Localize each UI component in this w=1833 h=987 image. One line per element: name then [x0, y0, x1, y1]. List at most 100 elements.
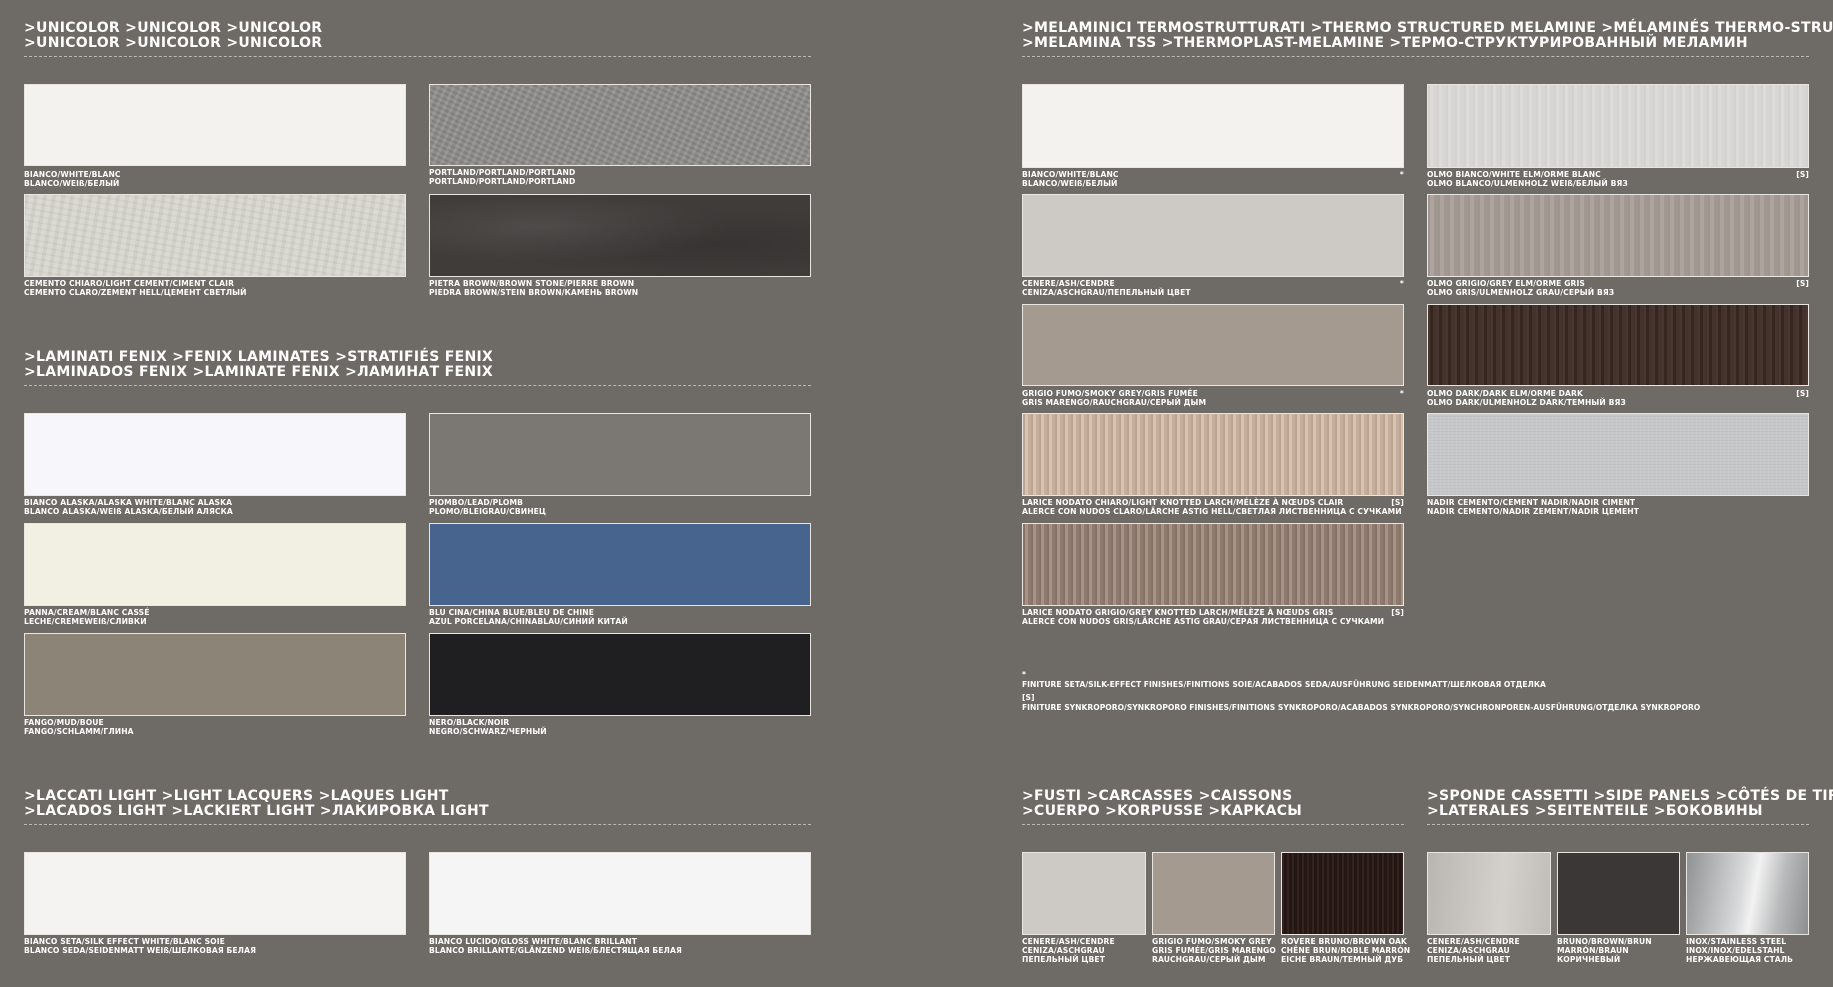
caption-line: BIANCO ALASKA/ALASKA WHITE/BLANC ALASKA: [24, 498, 233, 507]
swatch-melamine-light-knotted-larch[interactable]: [1022, 413, 1404, 496]
caption-melamine-white: BIANCO/WHITE/BLANC BLANCO/WEIß/БЕЛЫЙ *: [1022, 170, 1404, 188]
caption-line: ALERCE CON NUDOS GRIS/LÄRCHE ASTIG GRAU/…: [1022, 617, 1385, 626]
lacquers-title-line-1: >LACCATI LIGHT >LIGHT LACQUERS >LAQUES L…: [24, 788, 449, 804]
caption-fenix-alaska-white: BIANCO ALASKA/ALASKA WHITE/BLANC ALASKA …: [24, 498, 406, 516]
caption-line: CEMENTO CLARO/ZEMENT HELL/ЦЕМЕНТ СВЕТЛЫЙ: [24, 288, 247, 297]
synkroporo-legend-symbol: [S]: [1022, 693, 1035, 702]
caption-line: OLMO GRIGIO/GREY ELM/ORME GRIS: [1427, 279, 1585, 288]
unicolor-title: >UNICOLOR >UNICOLOR >UNICOLOR >UNICOLOR …: [24, 21, 322, 51]
caption-unicolor-portland: PORTLAND/PORTLAND/PORTLAND PORTLAND/PORT…: [429, 168, 811, 186]
caption-line: RAUCHGRAU/СЕРЫЙ ДЫМ: [1152, 955, 1266, 964]
caption-line: GRIS MARENGO/RAUCHGRAU/СЕРЫЙ ДЫМ: [1022, 398, 1207, 407]
swatch-melamine-white[interactable]: [1022, 84, 1404, 168]
unicolor-title-line-2: >UNICOLOR >UNICOLOR >UNICOLOR: [24, 35, 323, 51]
caption-line: ПЕПЕЛЬНЫЙ ЦВЕТ: [1022, 955, 1106, 964]
caption-line: BLANCO BRILLANTE/GLÄNZEND WEIß/БЛЕСТЯЩАЯ…: [429, 946, 682, 955]
caption-fenix-mud: FANGO/MUD/BOUE FANGO/SCHLAMM/ГЛИНА: [24, 718, 406, 736]
caption-line: MARRÓN/BRAUN: [1557, 946, 1629, 955]
melamine-title: >MELAMINICI TERMOSTRUTTURATI >THERMO STR…: [1022, 21, 1833, 51]
caption-line: НЕРЖАВЕЮЩАЯ СТАЛЬ: [1686, 955, 1794, 964]
unicolor-divider: [24, 56, 811, 57]
caption-unicolor-brown-stone: PIETRA BROWN/BROWN STONE/PIERRE BROWN PI…: [429, 279, 811, 297]
silk-finish-mark: *: [1399, 389, 1404, 398]
swatch-fenix-lead[interactable]: [429, 413, 811, 496]
swatch-fenix-cream[interactable]: [24, 523, 406, 606]
caption-line: NADIR CEMENTO/NADIR ZEMENT/NADIR ЦЕМЕНТ: [1427, 507, 1639, 516]
caption-line: PORTLAND/PORTLAND/PORTLAND: [429, 177, 576, 186]
caption-line: LECHE/CREMEWEIß/СЛИВКИ: [24, 617, 147, 626]
silk-legend-text: FINITURE SETA/SILK-EFFECT FINISHES/FINIT…: [1022, 679, 1546, 689]
swatch-melamine-ash[interactable]: [1022, 194, 1404, 277]
caption-line: OLMO BIANCO/WHITE ELM/ORME BLANC: [1427, 170, 1601, 179]
swatch-fenix-china-blue[interactable]: [429, 523, 811, 606]
swatch-melamine-dark-elm[interactable]: [1427, 304, 1809, 386]
synkroporo-mark: [S]: [1796, 279, 1809, 288]
caption-fenix-lead: PIOMBO/LEAD/PLOMB PLOMO/BLEIGRAU/СВИНЕЦ: [429, 498, 811, 516]
swatch-unicolor-brown-stone[interactable]: [429, 194, 811, 277]
caption-line: BLANCO/WEIß/БЕЛЫЙ: [1022, 179, 1118, 188]
caption-line: NADIR CEMENTO/CEMENT NADIR/NADIR CIMENT: [1427, 498, 1636, 507]
caption-line: BLANCO ALASKA/WEIß ALASKA/БЕЛЫЙ АЛЯСКА: [24, 507, 233, 516]
caption-lacquer-silk-white: BIANCO SETA/SILK EFFECT WHITE/BLANC SOIE…: [24, 937, 406, 955]
swatch-carcass-brown-oak[interactable]: [1281, 852, 1404, 935]
caption-carcass-brown-oak: ROVERE BRUNO/BROWN OAK CHÊNE BRUN/ROBLE …: [1281, 937, 1411, 964]
swatch-side-panel-stainless-steel[interactable]: [1686, 852, 1809, 935]
caption-line: GRIGIO FUMO/SMOKY GREY: [1152, 937, 1272, 946]
fenix-title-line-2: >LAMINADOS FENIX >LAMINATE FENIX >ЛАМИНА…: [24, 364, 493, 380]
swatch-fenix-black[interactable]: [429, 633, 811, 716]
caption-line: CEMENTO CHIARO/LIGHT CEMENT/CIMENT CLAIR: [24, 279, 235, 288]
swatch-melamine-grey-knotted-larch[interactable]: [1022, 523, 1404, 606]
caption-line: ПЕПЕЛЬНЫЙ ЦВЕТ: [1427, 955, 1511, 964]
caption-melamine-white-elm: OLMO BIANCO/WHITE ELM/ORME BLANC OLMO BL…: [1427, 170, 1809, 188]
caption-line: CENERE/ASH/CENDRE: [1022, 937, 1115, 946]
swatch-fenix-alaska-white[interactable]: [24, 413, 406, 496]
caption-melamine-grey-knotted-larch: LARICE NODATO GRIGIO/GREY KNOTTED LARCH/…: [1022, 608, 1404, 626]
caption-line: LARICE NODATO GRIGIO/GREY KNOTTED LARCH/…: [1022, 608, 1334, 617]
swatch-side-panel-brown[interactable]: [1557, 852, 1680, 935]
swatch-melamine-cement-nadir[interactable]: [1427, 413, 1809, 496]
caption-melamine-cement-nadir: NADIR CEMENTO/CEMENT NADIR/NADIR CIMENT …: [1427, 498, 1809, 516]
caption-melamine-light-knotted-larch: LARICE NODATO CHIARO/LIGHT KNOTTED LARCH…: [1022, 498, 1404, 516]
swatch-unicolor-white[interactable]: [24, 84, 406, 166]
caption-line: CENERE/ASH/CENDRE: [1022, 279, 1115, 288]
lacquers-divider: [24, 824, 811, 825]
swatch-lacquer-gloss-white[interactable]: [429, 852, 811, 935]
swatch-side-panel-ash[interactable]: [1427, 852, 1551, 935]
swatch-melamine-white-elm[interactable]: [1427, 84, 1809, 168]
swatch-melamine-grey-elm[interactable]: [1427, 194, 1809, 277]
caption-line: BLANCO SEDA/SEIDENMATT WEIß/ШЕЛКОВАЯ БЕЛ…: [24, 946, 257, 955]
caption-unicolor-white: BIANCO/WHITE/BLANC BLANCO/WEIß/БЕЛЫЙ: [24, 170, 406, 188]
swatch-carcass-smoky-grey[interactable]: [1152, 852, 1275, 935]
side-panels-title-line-1: >SPONDE CASSETTI >SIDE PANELS >CÔTÉS DE …: [1427, 788, 1833, 804]
swatch-lacquer-silk-white[interactable]: [24, 852, 406, 935]
caption-line: PIETRA BROWN/BROWN STONE/PIERRE BROWN: [429, 279, 635, 288]
silk-finish-mark: *: [1399, 279, 1404, 288]
swatch-melamine-smoky-grey[interactable]: [1022, 304, 1404, 386]
caption-lacquer-gloss-white: BIANCO LUCIDO/GLOSS WHITE/BLANC BRILLANT…: [429, 937, 811, 955]
swatch-carcass-ash[interactable]: [1022, 852, 1146, 935]
swatch-unicolor-light-cement[interactable]: [24, 194, 406, 277]
caption-line: BIANCO SETA/SILK EFFECT WHITE/BLANC SOIE: [24, 937, 225, 946]
caption-line: NERO/BLACK/NOIR: [429, 718, 510, 727]
caption-melamine-dark-elm: OLMO DARK/DARK ELM/ORME DARK OLMO DARK/U…: [1427, 389, 1809, 407]
caption-line: GRIGIO FUMO/SMOKY GREY/GRIS FUMÉE: [1022, 389, 1198, 398]
melamine-divider: [1022, 56, 1809, 57]
swatch-unicolor-portland[interactable]: [429, 84, 811, 166]
caption-line: NEGRO/SCHWARZ/ЧЕРНЫЙ: [429, 727, 547, 736]
finish-legend: * FINITURE SETA/SILK-EFFECT FINISHES/FIN…: [1022, 670, 1700, 712]
caption-line: BLU CINA/CHINA BLUE/BLEU DE CHINE: [429, 608, 595, 617]
silk-legend-symbol: *: [1022, 670, 1026, 679]
caption-line: КОРИЧНЕВЫЙ: [1557, 955, 1621, 964]
carcasses-title-line-1: >FUSTI >CARCASSES >CAISSONS: [1022, 788, 1293, 804]
synkroporo-legend-text: FINITURE SYNKROPORO/SYNKROPORO FINISHES/…: [1022, 702, 1701, 712]
melamine-title-line-1: >MELAMINICI TERMOSTRUTTURATI >THERMO STR…: [1022, 20, 1833, 36]
caption-line: ALERCE CON NUDOS CLARO/LÄRCHE ASTIG HELL…: [1022, 507, 1402, 516]
caption-line: BIANCO/WHITE/BLANC: [1022, 170, 1119, 179]
caption-line: FANGO/MUD/BOUE: [24, 718, 104, 727]
swatch-fenix-mud[interactable]: [24, 633, 406, 716]
synkroporo-mark: [S]: [1391, 608, 1404, 617]
melamine-title-line-2: >MELAMINA TSS >THERMOPLAST-MELAMINE >ТЕР…: [1022, 35, 1748, 51]
carcasses-title: >FUSTI >CARCASSES >CAISSONS >CUERPO >KOR…: [1022, 789, 1302, 819]
caption-line: CHÊNE BRUN/ROBLE MARRÓN: [1281, 946, 1411, 955]
caption-line: CENIZA/ASCHGRAU: [1427, 946, 1510, 955]
